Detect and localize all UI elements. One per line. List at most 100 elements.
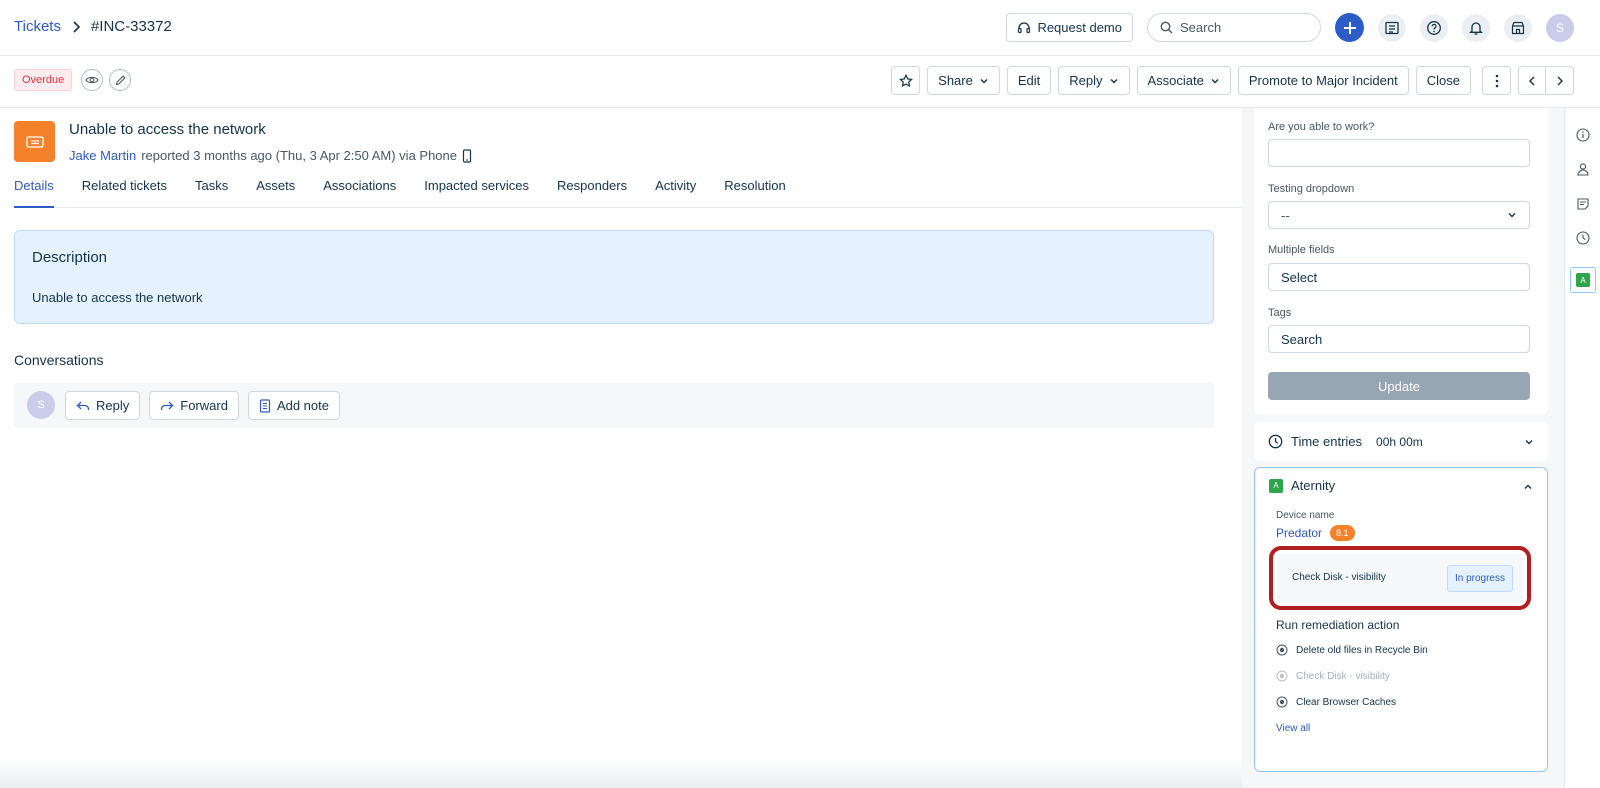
global-search-input[interactable]: Search	[1147, 13, 1321, 42]
pencil-icon	[115, 74, 126, 86]
help-icon	[1426, 20, 1442, 36]
share-button[interactable]: Share	[927, 66, 1000, 95]
reply-label: Reply	[1069, 73, 1103, 88]
request-demo-label: Request demo	[1037, 20, 1122, 35]
tab-resolution[interactable]: Resolution	[724, 178, 785, 208]
side-rail: A	[1564, 108, 1600, 788]
chevron-down-icon	[979, 76, 989, 86]
running-action-label: Check Disk - visibility	[1292, 572, 1386, 583]
user-avatar[interactable]: S	[1546, 13, 1574, 42]
help-button[interactable]	[1420, 13, 1448, 42]
reported-text: reported 3 months ago (Thu, 3 Apr 2:50 A…	[141, 148, 457, 163]
description-title: Description	[32, 249, 108, 266]
conversation-actions-bar: S Reply Forward Add note	[14, 383, 1214, 428]
watch-button[interactable]	[81, 69, 103, 91]
info-icon[interactable]	[1575, 127, 1591, 143]
close-label: Close	[1426, 73, 1460, 88]
search-placeholder: Search	[1180, 20, 1222, 35]
notes-icon[interactable]	[1575, 196, 1591, 212]
close-ticket-button[interactable]: Close	[1415, 66, 1471, 95]
tab-related-tickets[interactable]: Related tickets	[82, 178, 167, 208]
multiple-fields-select[interactable]: Select	[1268, 263, 1530, 291]
request-demo-button[interactable]: Request demo	[1006, 13, 1133, 42]
in-progress-badge: In progress	[1446, 565, 1513, 592]
remediation-action-label: Delete old files in Recycle Bin	[1296, 644, 1428, 656]
remediation-action-item[interactable]: Clear Browser Caches	[1276, 696, 1396, 708]
remediation-action-label: Clear Browser Caches	[1296, 696, 1397, 708]
breadcrumb: Tickets #INC-33372	[14, 18, 172, 35]
tags-label: Tags	[1268, 307, 1292, 319]
headset-icon	[1017, 21, 1031, 35]
tags-input[interactable]: Search	[1268, 325, 1530, 353]
description-card: Description Unable to access the network	[14, 230, 1214, 324]
associate-button[interactable]: Associate	[1136, 66, 1231, 95]
multiple-fields-label: Multiple fields	[1268, 244, 1335, 256]
search-icon	[1160, 21, 1173, 34]
aternity-logo-icon: A	[1576, 273, 1590, 287]
ticket-icon	[25, 135, 44, 149]
notifications-button[interactable]	[1462, 13, 1490, 42]
previous-ticket-button[interactable]	[1518, 66, 1546, 95]
aternity-widget: A Aternity Device name Predator 8.1 Chec…	[1254, 467, 1548, 772]
tab-tasks[interactable]: Tasks	[195, 178, 228, 208]
remediation-action-label: Check Disk - visibility	[1296, 670, 1390, 682]
radio-icon	[1276, 644, 1288, 656]
breadcrumb-tickets-link[interactable]: Tickets	[14, 18, 61, 35]
forward-label: Forward	[180, 398, 228, 413]
associate-label: Associate	[1147, 73, 1204, 88]
requester-link[interactable]: Jake Martin	[69, 148, 136, 163]
tab-responders[interactable]: Responders	[557, 178, 627, 208]
agent-avatar: S	[27, 391, 55, 419]
able-to-work-input[interactable]	[1268, 139, 1530, 167]
apps-button[interactable]	[1504, 13, 1532, 42]
able-to-work-label: Are you able to work?	[1268, 121, 1375, 133]
testing-dropdown-label: Testing dropdown	[1268, 183, 1355, 195]
chevron-left-icon	[1528, 76, 1536, 86]
tab-activity[interactable]: Activity	[655, 178, 696, 208]
update-button[interactable]: Update	[1268, 372, 1530, 400]
edit-button[interactable]: Edit	[1006, 66, 1052, 95]
view-all-link[interactable]: View all	[1276, 723, 1310, 734]
requester-info-icon[interactable]	[1575, 161, 1591, 177]
conversation-reply-button[interactable]: Reply	[65, 391, 141, 420]
edit-ticket-icon-button[interactable]	[109, 69, 131, 91]
aternity-app-tab[interactable]: A	[1570, 267, 1596, 293]
conversations-title: Conversations	[14, 352, 104, 368]
time-entries-section[interactable]: Time entries 00h 00m	[1254, 422, 1548, 461]
device-score-badge: 8.1	[1330, 525, 1355, 541]
reply-dropdown-button[interactable]: Reply	[1058, 66, 1130, 95]
tab-details[interactable]: Details	[14, 178, 54, 208]
service-catalog-button[interactable]	[1378, 13, 1406, 42]
ticket-tabs: Details Related tickets Tasks Assets Ass…	[14, 178, 1242, 208]
tab-impacted-services[interactable]: Impacted services	[424, 178, 529, 208]
chevron-up-icon[interactable]	[1523, 482, 1533, 492]
device-row: Predator 8.1	[1276, 525, 1355, 541]
more-actions-button[interactable]	[1482, 66, 1511, 95]
forward-button[interactable]: Forward	[149, 391, 239, 420]
reply-icon	[76, 400, 90, 412]
testing-dropdown-select[interactable]: --	[1268, 201, 1530, 229]
catalog-icon	[1384, 20, 1400, 36]
remediation-action-item[interactable]: Delete old files in Recycle Bin	[1276, 644, 1428, 656]
bottom-fade	[0, 758, 1242, 788]
aternity-logo-icon: A	[1269, 478, 1283, 493]
tab-associations[interactable]: Associations	[323, 178, 396, 208]
store-icon	[1510, 20, 1526, 36]
add-note-button[interactable]: Add note	[247, 391, 340, 420]
aternity-header[interactable]: A Aternity	[1269, 478, 1335, 493]
more-vertical-icon	[1495, 74, 1499, 88]
new-item-button[interactable]	[1335, 13, 1364, 42]
tab-assets[interactable]: Assets	[256, 178, 295, 208]
remediation-action-item: Check Disk - visibility	[1276, 670, 1390, 682]
chevron-down-icon	[1210, 76, 1220, 86]
forward-icon	[160, 400, 174, 412]
radio-icon	[1276, 670, 1288, 682]
history-icon[interactable]	[1575, 230, 1591, 246]
device-name-link[interactable]: Predator	[1276, 526, 1322, 540]
chevron-down-icon	[1524, 437, 1534, 447]
bell-icon	[1468, 20, 1484, 36]
testing-dropdown-value: --	[1281, 207, 1290, 223]
favorite-button[interactable]	[891, 66, 921, 95]
next-ticket-button[interactable]	[1546, 66, 1574, 95]
promote-major-incident-button[interactable]: Promote to Major Incident	[1237, 66, 1409, 95]
